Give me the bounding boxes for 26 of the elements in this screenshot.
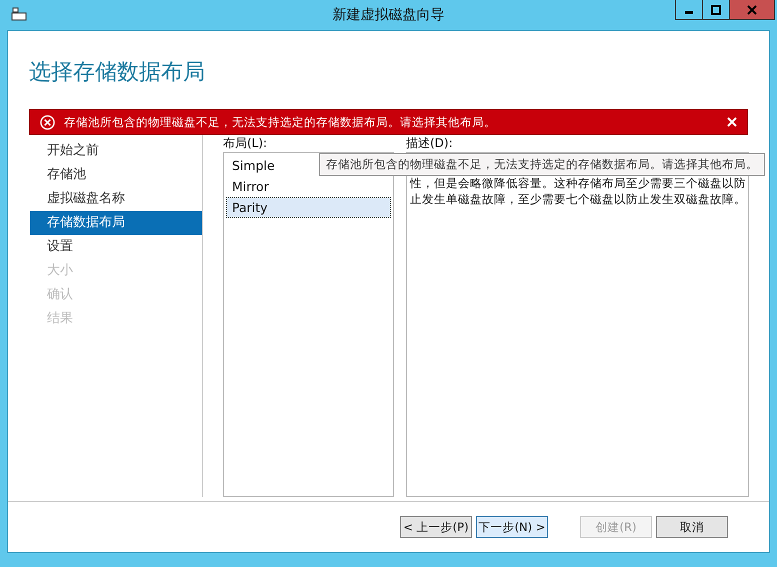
error-message: 存储池所包含的物理磁盘不足，无法支持选定的存储数据布局。请选择其他布局。 (64, 114, 497, 130)
error-icon (40, 114, 55, 130)
wizard-button[interactable]: 下一步(N) > (476, 516, 548, 538)
layout-option[interactable]: Parity (226, 197, 391, 218)
description-text: 止发生单磁盘故障，至少需要七个磁盘以防止发生双磁盘故障。 (410, 191, 747, 207)
minimize-button[interactable] (675, 0, 703, 20)
wizard-button[interactable]: < 上一步(P) (400, 516, 472, 538)
layout-label: 布局(L): (223, 135, 268, 152)
wizard-step[interactable]: 存储池 (30, 163, 202, 187)
close-icon[interactable] (727, 117, 737, 127)
close-button[interactable] (729, 0, 775, 20)
minimize-icon (685, 11, 693, 14)
page-title: 选择存储数据布局 (28, 59, 206, 87)
wizard-step[interactable]: 设置 (30, 235, 202, 259)
tooltip: 存储池所包含的物理磁盘不足，无法支持选定的存储数据布局。请选择其他布局。 (319, 153, 765, 176)
layout-option[interactable]: Mirror (226, 176, 391, 197)
maximize-icon (711, 4, 721, 14)
description-label: 描述(D): (406, 135, 454, 152)
wizard-step[interactable]: 虚拟磁盘名称 (30, 187, 202, 211)
wizard-icon (11, 7, 27, 21)
wizard-step[interactable]: 开始之前 (30, 139, 202, 163)
wizard-button[interactable]: 取消 (656, 516, 728, 538)
description-text: 性，但是会略微降低容量。这种存储布局至少需要三个磁盘以防 (410, 175, 747, 191)
window-title: 新建虚拟磁盘向导 (332, 6, 444, 24)
close-icon (747, 4, 757, 14)
wizard-step[interactable]: 存储数据布局 (30, 211, 202, 235)
